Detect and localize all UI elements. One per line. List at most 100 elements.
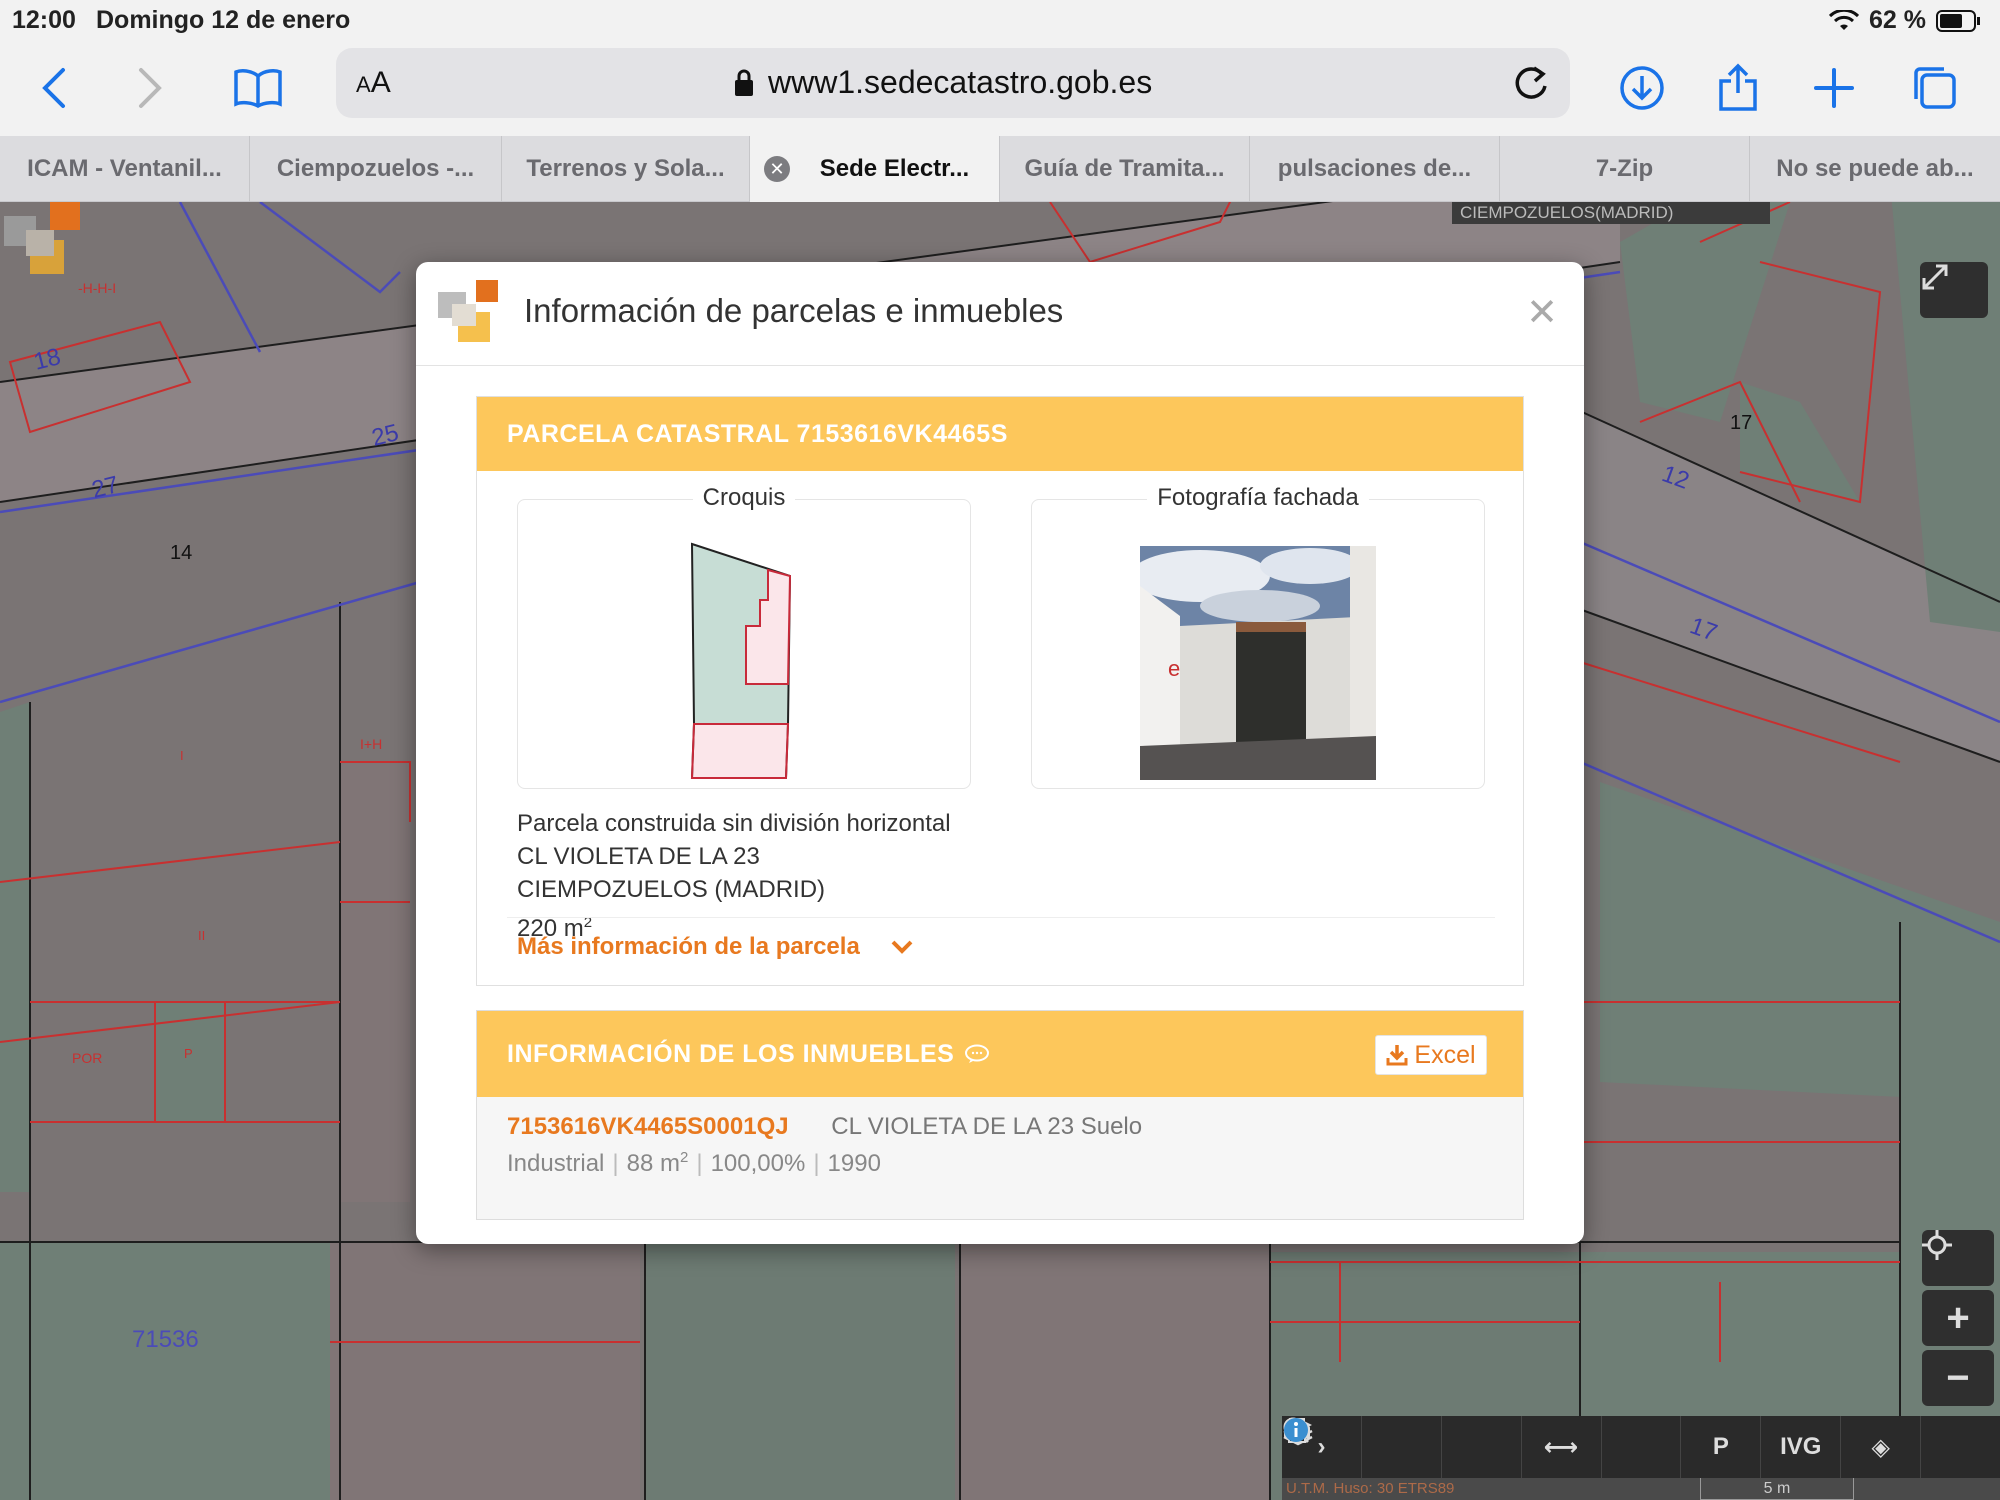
- more-parcel-info-link[interactable]: Más información de la parcela: [517, 933, 914, 961]
- downloads-button[interactable]: [1612, 58, 1672, 118]
- tabs-icon: [1914, 67, 1956, 109]
- fullscreen-button[interactable]: [1920, 262, 1988, 318]
- tab-label: Ciempozuelos -...: [276, 155, 475, 182]
- property-address: CL VIOLETA DE LA 23 Suelo: [831, 1113, 1143, 1140]
- map-tool-bar: › ⟷ P IVG ◈: [1282, 1416, 2000, 1478]
- properties-header-title: INFORMACIÓN DE LOS INMUEBLES: [507, 1039, 955, 1068]
- chevron-right-icon: [139, 68, 162, 108]
- bookmarks-button[interactable]: [228, 58, 288, 118]
- tab-ciempozuelos[interactable]: Ciempozuelos -...: [250, 136, 502, 202]
- property-year: 1990: [827, 1150, 881, 1177]
- wifi-icon: [1829, 9, 1860, 30]
- chevron-left-icon: [42, 68, 65, 108]
- crosshair-icon: [1922, 1230, 1952, 1260]
- ivg-button[interactable]: IVG: [1761, 1416, 1842, 1478]
- chevron-right-icon: ›: [1317, 1433, 1326, 1460]
- tab-no-se-puede[interactable]: No se puede ab...: [1750, 136, 2000, 202]
- parking-icon: P: [1712, 1433, 1729, 1460]
- block-number-label: 71536: [132, 1326, 199, 1353]
- share-icon: [1719, 63, 1757, 111]
- info-button[interactable]: [1284, 1416, 2000, 1478]
- browser-toolbar: AA www1.sedecatastro.gob.es: [0, 40, 2000, 136]
- divider: [507, 917, 1495, 918]
- tab-label: Terrenos y Sola...: [526, 155, 725, 182]
- book-icon: [234, 69, 282, 108]
- dialog-title: Información de parcelas e inmuebles: [524, 292, 1064, 329]
- address-bar[interactable]: AA www1.sedecatastro.gob.es: [336, 48, 1570, 118]
- parcel-info-dialog: Información de parcelas e inmuebles ✕ PA…: [416, 262, 1584, 1244]
- 3d-button[interactable]: ◈: [1841, 1416, 1922, 1478]
- facade-photo-box: Fotografía fachada e: [1031, 484, 1485, 789]
- plus-icon: [1814, 68, 1854, 108]
- scale-bar: 5 m: [1700, 1478, 1854, 1500]
- tab-label: ICAM - Ventanil...: [27, 155, 222, 182]
- properties-header: INFORMACIÓN DE LOS INMUEBLES Excel: [477, 1011, 1523, 1097]
- print-button[interactable]: [1284, 1416, 1682, 1478]
- url-display[interactable]: www1.sedecatastro.gob.es: [734, 64, 1152, 101]
- zoom-out-button[interactable]: −: [1922, 1350, 1994, 1406]
- locate-button[interactable]: [1922, 1230, 1994, 1286]
- status-time: 12:00: [12, 6, 76, 34]
- ivg-icon: IVG: [1780, 1433, 1822, 1460]
- tab-7zip[interactable]: 7-Zip: [1500, 136, 1750, 202]
- cubes-icon: ◈: [1871, 1433, 1890, 1461]
- properties-section: INFORMACIÓN DE LOS INMUEBLES Excel 71536…: [476, 1010, 1524, 1220]
- tabs-overview-button[interactable]: [1904, 58, 1964, 118]
- text-size-button[interactable]: AA: [356, 66, 391, 100]
- facade-photo-label: Fotografía fachada: [1147, 484, 1369, 511]
- zoom-in-button[interactable]: +: [1922, 1290, 1994, 1346]
- tab-guia[interactable]: Guía de Tramita...: [1000, 136, 1250, 202]
- close-icon[interactable]: ✕: [1526, 290, 1558, 335]
- property-reference-link[interactable]: 7153616VK4465S0001QJ: [507, 1113, 789, 1140]
- new-tab-button[interactable]: [1804, 58, 1864, 118]
- property-use: Industrial: [507, 1150, 605, 1177]
- more-info-label: Más información de la parcela: [517, 933, 860, 960]
- tab-icam[interactable]: ICAM - Ventanil...: [0, 136, 250, 202]
- sketch-box: Croquis: [517, 484, 971, 789]
- measure-button[interactable]: ⟷: [1522, 1416, 1602, 1478]
- property-record: 7153616VK4465S0001QJ CL VIOLETA DE LA 23…: [507, 1113, 1142, 1178]
- url-text: www1.sedecatastro.gob.es: [768, 64, 1153, 100]
- tab-label: Sede Electr...: [819, 155, 970, 182]
- status-date: Domingo 12 de enero: [96, 6, 351, 34]
- comment-icon[interactable]: [964, 1044, 990, 1064]
- use-label: P: [184, 1046, 193, 1061]
- tab-pulsaciones[interactable]: pulsaciones de...: [1250, 136, 1500, 202]
- minus-icon: −: [1946, 1355, 1970, 1400]
- tab-label: No se puede ab...: [1776, 155, 1974, 182]
- parcel-municipality: CIEMPOZUELOS (MADRID): [517, 876, 826, 903]
- tab-close-icon[interactable]: ✕: [764, 156, 790, 182]
- forward-button[interactable]: [120, 58, 180, 118]
- property-area-exponent: 2: [679, 1149, 689, 1166]
- status-bar: 12:00 Domingo 12 de enero 62 %: [0, 0, 2000, 40]
- floor-label: -H-H-I: [78, 280, 117, 296]
- use-label: II: [198, 928, 206, 943]
- plus-icon: +: [1946, 1295, 1970, 1340]
- reload-icon[interactable]: [1510, 62, 1552, 104]
- parcel-type: Parcela construida sin división horizont…: [517, 810, 951, 837]
- floor-label: I+H: [360, 736, 383, 752]
- parcel-details: Parcela construida sin división horizont…: [517, 807, 951, 945]
- dialog-header: Información de parcelas e inmuebles ✕: [416, 262, 1584, 366]
- chevron-down-icon: [891, 940, 913, 954]
- excel-export-button[interactable]: Excel: [1375, 1035, 1487, 1075]
- lock-icon: [735, 69, 753, 96]
- parking-tool-button[interactable]: P: [1681, 1416, 1762, 1478]
- battery-icon: [1936, 9, 1980, 32]
- back-button[interactable]: [24, 58, 84, 118]
- tab-terrenos[interactable]: Terrenos y Sola...: [502, 136, 750, 202]
- parcel-sketch[interactable]: [686, 542, 796, 782]
- svg-text:e: e: [1168, 656, 1180, 681]
- info-icon: [1284, 1418, 1308, 1442]
- facade-photo[interactable]: e: [1140, 546, 1376, 780]
- property-details: Industrial | 88 m2 | 100,00% | 1990: [507, 1149, 881, 1177]
- search-button[interactable]: [1283, 1416, 1442, 1478]
- download-icon: [1386, 1045, 1408, 1066]
- tab-sede-electronica[interactable]: ✕ Sede Electr...: [750, 136, 1000, 202]
- use-label: POR: [72, 1050, 103, 1066]
- share-button[interactable]: [1708, 58, 1768, 118]
- parcel-section: PARCELA CATASTRAL 7153616VK4465S Croquis…: [476, 396, 1524, 986]
- tab-label: Guía de Tramita...: [1024, 155, 1225, 182]
- catastro-logo: [4, 202, 80, 274]
- layers-button[interactable]: [1283, 1416, 1522, 1478]
